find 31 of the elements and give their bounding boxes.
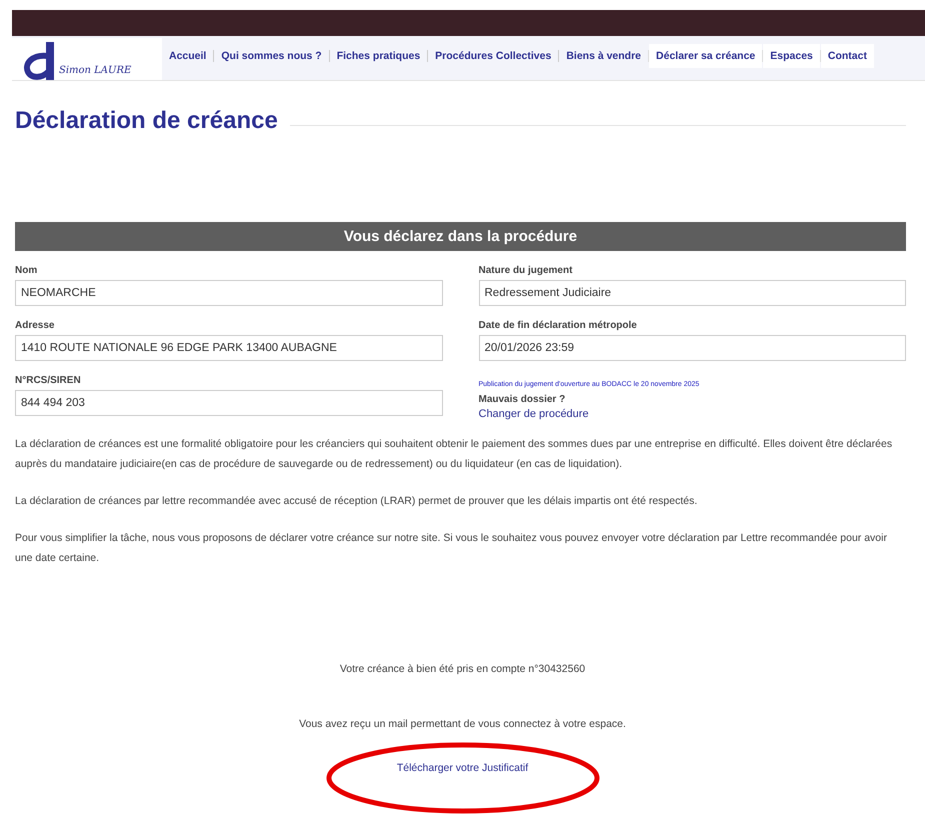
input-field[interactable]: NEOMARCHE [15,280,442,306]
nav-link[interactable]: Biens à vendre [559,44,648,68]
field-label: Date de fin déclaration métropole [478,320,637,331]
logo[interactable]: Simon LAURE [12,38,162,80]
nav-link[interactable]: Fiches pratiques [330,44,428,68]
nav-link[interactable]: Qui sommes nous ? [214,44,329,68]
field-label: N°RCS/SIREN [15,375,81,386]
change-procedure-link[interactable]: Changer de procédure [478,408,589,420]
nav-link[interactable]: Contact [820,44,874,68]
input-field[interactable]: 844 494 203 [15,390,442,416]
nav-link[interactable]: Déclarer sa créance [649,44,762,68]
panel-header: Vous déclarez dans la procédure [15,222,906,251]
download-link[interactable]: Télécharger votre Justificatif [396,762,528,774]
logo-text: Simon LAURE [59,65,132,76]
confirmation-message: Votre créance à bien été pris en compte n°30432560 [340,663,586,675]
logo-mark-icon [22,42,55,80]
paragraph: Pour vous simplifier la tâche, nous vous proposons de déclarer votre créance sur notre site. Si vous le souhaitez vous pouvez envoyer votre déclaration par Lettre recommandée pour avoir une date certaine. [15,531,888,566]
page-title: Déclaration de créance [15,107,278,135]
input-field[interactable]: Redressement Judiciaire [478,280,906,306]
input-field[interactable]: 1410 ROUTE NATIONALE 96 EDGE PARK 13400 AUBAGNE [15,335,442,361]
mail-notice: Vous avez reçu un mail permettant de vous connectez à votre espace. [299,718,626,730]
paragraph: La déclaration de créances par lettre recommandée avec accusé de réception (LRAR) permet de prouver que les délais impartis ont été respectés. [15,494,698,509]
field-label: Adresse [15,320,54,331]
field-label: Nature du jugement [478,265,572,276]
nav-link[interactable]: Procédures Collectives [428,44,558,68]
field-label: Nom [15,265,38,276]
nav-link[interactable]: Accueil [162,44,214,68]
paragraph: La déclaration de créances est une formalité obligatoire pour les créanciers qui souhaitent obtenir le paiement des sommes dues par une entreprise en difficulté. Elles doivent être déclarées auprès du mandataire judiciaire(en cas de procédure de sauvegarde ou de redressement) ou du liquidateur (en cas de liquidation). [15,437,894,472]
wrong-file-label: Mauvais dossier ? [478,394,566,405]
nav-link[interactable]: Espaces [763,44,820,68]
input-field[interactable]: 20/01/2026 23:59 [478,335,906,361]
